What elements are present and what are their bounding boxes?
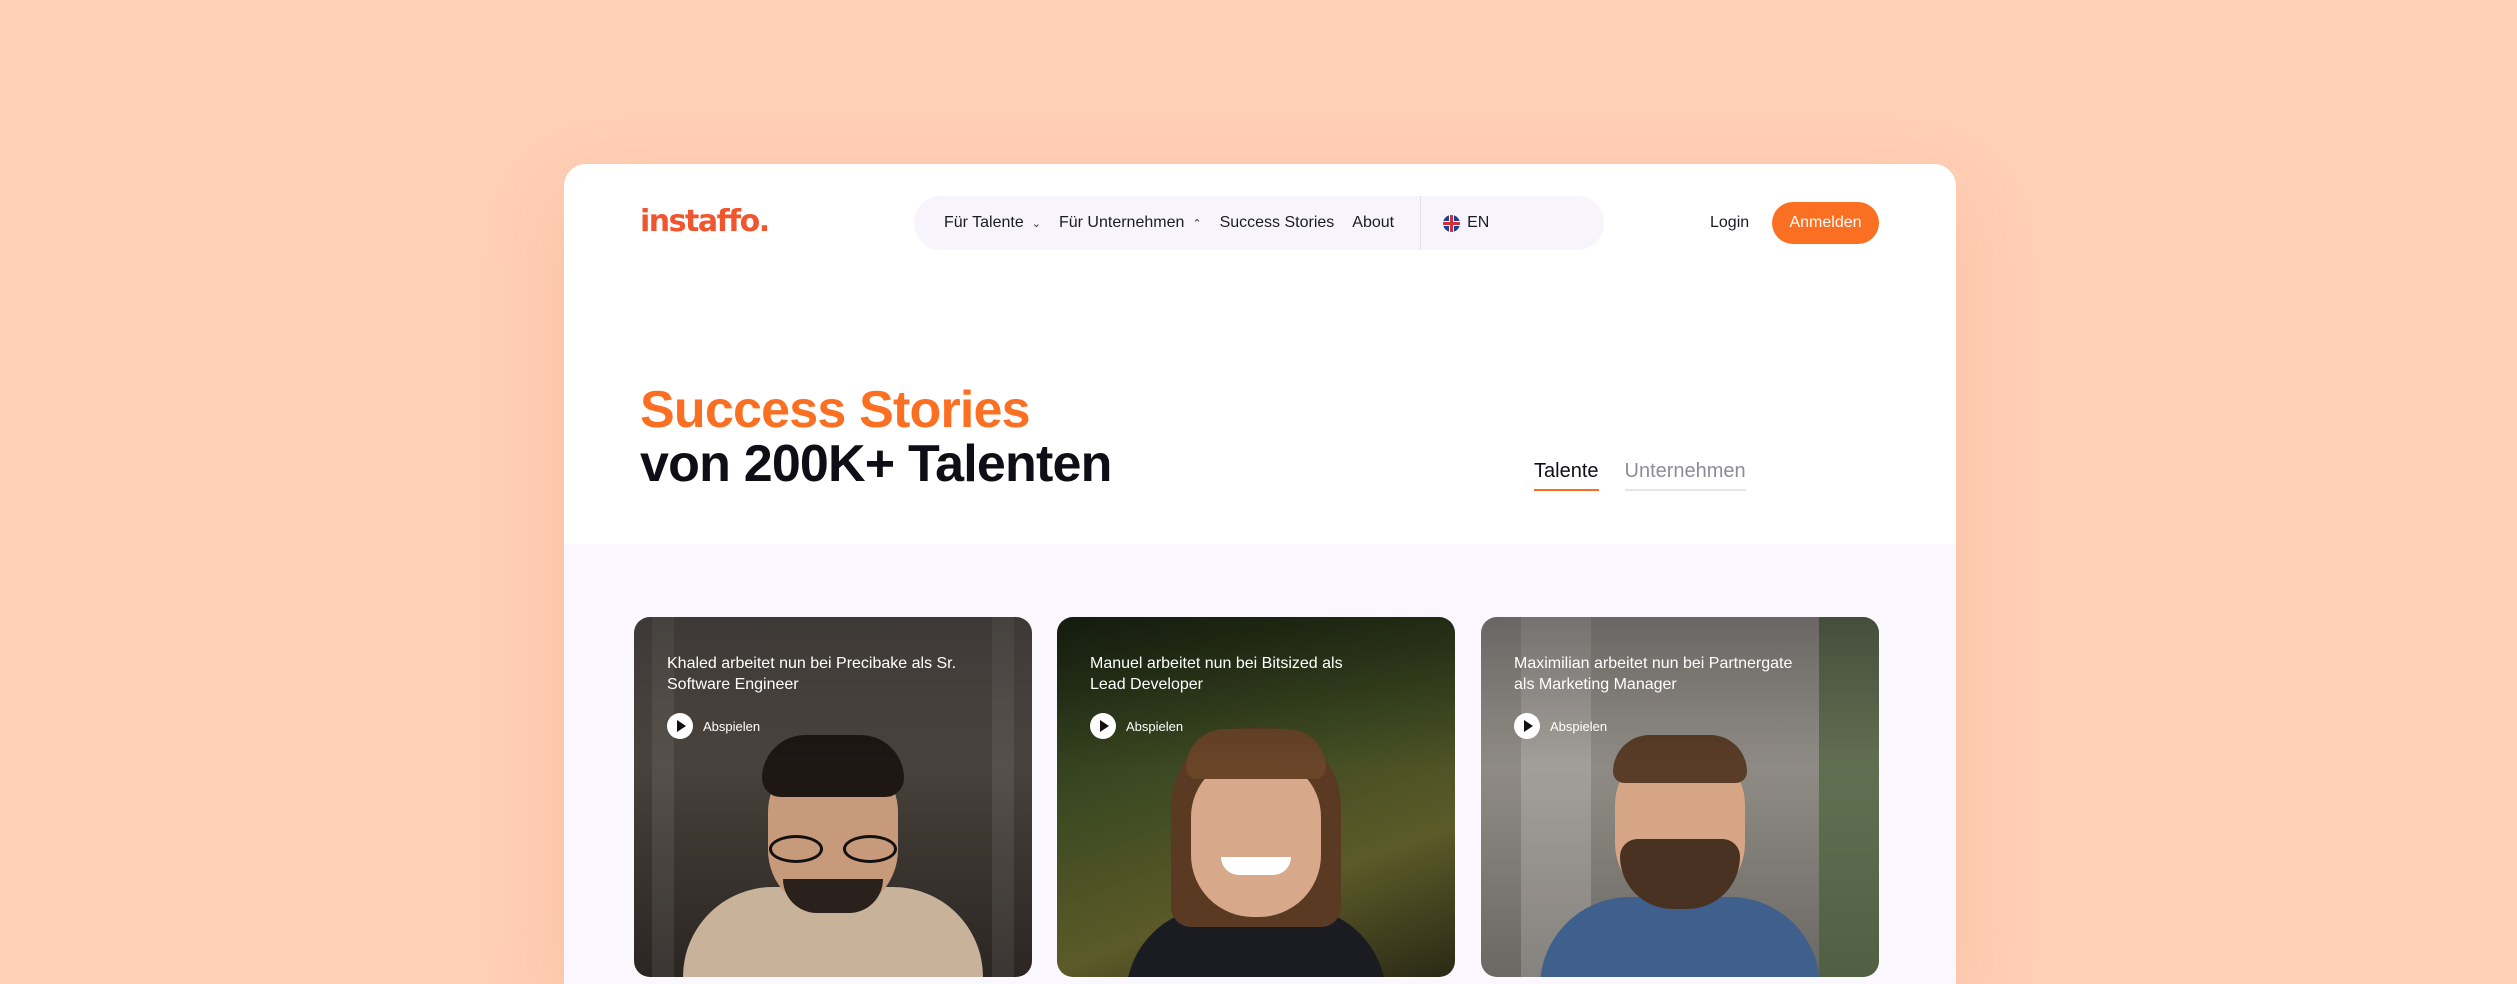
language-label: EN xyxy=(1467,214,1490,231)
play-icon xyxy=(1514,713,1540,739)
hero-title-main: von 200K+ Talenten xyxy=(640,435,1112,493)
browser-frame: instaffo. Für Talente ⌄ Für Unternehmen … xyxy=(564,164,1956,984)
story-caption: Manuel arbeitet nun bei Bitsized als Lea… xyxy=(1090,655,1343,693)
person-smile xyxy=(1221,857,1291,875)
signup-button[interactable]: Anmelden xyxy=(1772,202,1879,244)
nav-item-label: Success Stories xyxy=(1219,214,1335,231)
nav-item-fuer-talente[interactable]: Für Talente ⌄ xyxy=(914,214,1041,232)
person-face xyxy=(1191,757,1321,917)
uk-flag-icon xyxy=(1443,214,1461,232)
story-card-manuel[interactable]: Manuel arbeitet nun bei Bitsized als Lea… xyxy=(1057,617,1455,977)
play-button[interactable]: Abspielen xyxy=(1090,713,1183,739)
chevron-up-icon: ⌃ xyxy=(1192,217,1202,230)
play-icon xyxy=(667,713,693,739)
nav-item-fuer-unternehmen[interactable]: Für Unternehmen ⌃ xyxy=(1059,214,1202,232)
story-caption: Maximilian arbeitet nun bei Partnergate … xyxy=(1514,655,1793,693)
play-label: Abspielen xyxy=(1550,718,1608,734)
tab-talente[interactable]: Talente xyxy=(1534,460,1599,491)
instaffo-logo[interactable]: instaffo. xyxy=(640,204,770,239)
nav-item-label: Für Unternehmen xyxy=(1058,214,1185,231)
tab-unternehmen[interactable]: Unternehmen xyxy=(1624,460,1746,491)
nav-item-about[interactable]: About xyxy=(1352,214,1394,232)
chevron-down-icon: ⌄ xyxy=(1031,217,1041,230)
nav-item-label: About xyxy=(1352,214,1395,231)
story-card-maximilian[interactable]: Maximilian arbeitet nun bei Partnergate … xyxy=(1481,617,1879,977)
language-switcher[interactable]: EN xyxy=(1443,214,1489,232)
play-label: Abspielen xyxy=(1126,718,1184,734)
story-card-khaled[interactable]: Khaled arbeitet nun bei Precibake als Sr… xyxy=(634,617,1032,977)
nav-item-label: Für Talente xyxy=(944,214,1024,231)
play-label: Abspielen xyxy=(703,718,761,734)
play-button[interactable]: Abspielen xyxy=(1514,713,1607,739)
play-icon xyxy=(1090,713,1116,739)
hero-title-accent: Success Stories xyxy=(640,381,1031,439)
audience-tabs: Talente Unternehmen xyxy=(1534,460,1746,491)
glasses-icon xyxy=(769,835,897,863)
success-stories-grid: Khaled arbeitet nun bei Precibake als Sr… xyxy=(564,544,1956,984)
nav-divider xyxy=(1420,196,1422,250)
play-button[interactable]: Abspielen xyxy=(667,713,760,739)
nav-item-success-stories[interactable]: Success Stories xyxy=(1220,214,1335,232)
story-caption: Khaled arbeitet nun bei Precibake als Sr… xyxy=(667,655,957,693)
login-link[interactable]: Login xyxy=(1710,214,1749,232)
main-nav: Für Talente ⌄ Für Unternehmen ⌃ Success … xyxy=(914,196,1604,250)
